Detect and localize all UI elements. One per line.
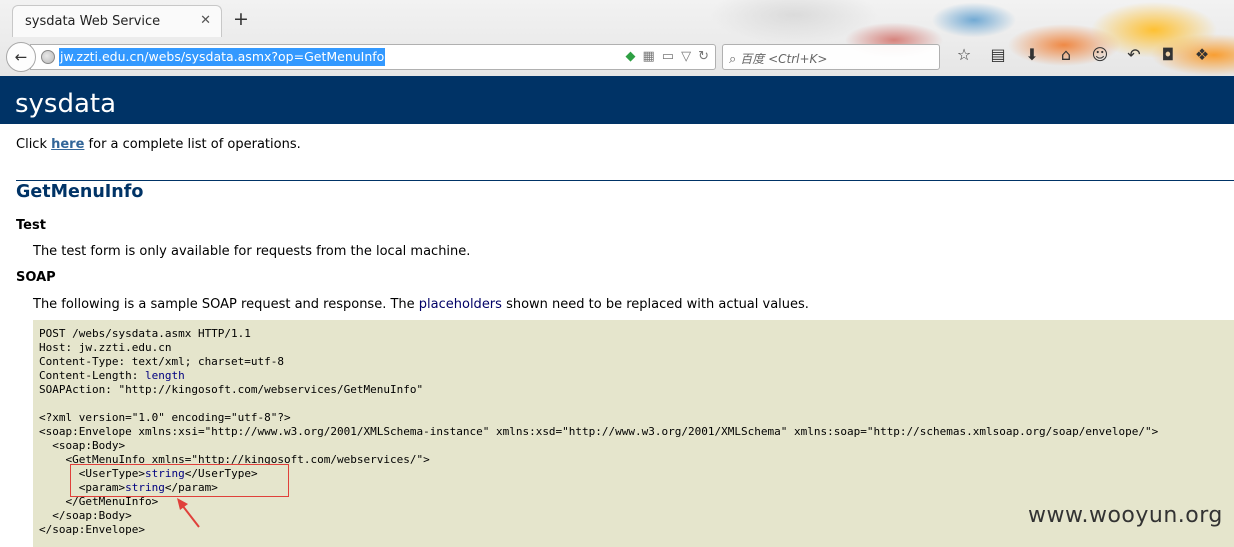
soap-text: The following is a sample SOAP request a… — [33, 297, 809, 312]
annotation-arrow-icon — [177, 498, 200, 528]
new-tab-button[interactable]: + — [233, 8, 249, 30]
operations-link-line: Click here for a complete list of operat… — [16, 137, 301, 152]
addon-icon[interactable]: ❖ — [1190, 45, 1214, 64]
code-line: </soap:Envelope> — [39, 523, 145, 536]
code-placeholder: length — [144, 369, 185, 382]
back-icon[interactable]: ← — [6, 42, 36, 72]
code-line: SOAPAction: "http://kingosoft.com/webser… — [39, 383, 424, 396]
search-input[interactable]: ⌕ 百度 <Ctrl+K> — [722, 44, 940, 70]
test-heading: Test — [16, 218, 46, 233]
refresh-icon[interactable]: ↻ — [698, 49, 709, 64]
banner-title: sysdata — [15, 89, 117, 119]
soap-heading: SOAP — [16, 270, 56, 285]
download-icon[interactable]: ⬇ — [1020, 45, 1044, 64]
code-line: Host: jw.zzti.edu.cn — [39, 341, 172, 354]
page-content: sysdata Click here for a complete list o… — [0, 76, 1234, 547]
code-line: <?xml version="1.0" encoding="utf-8"?> — [39, 411, 291, 424]
message-icon[interactable]: ◘ — [1156, 45, 1180, 64]
code-line: <soap:Body> — [39, 439, 126, 452]
chat-icon[interactable]: ☺ — [1088, 45, 1112, 64]
home-icon[interactable]: ⌂ — [1054, 45, 1078, 64]
browser-tab[interactable]: sysdata Web Service ✕ — [12, 5, 222, 37]
browser-chrome: sysdata Web Service ✕ + ← jw.zzti.edu.cn… — [0, 0, 1234, 76]
click-prefix: Click — [16, 137, 52, 152]
url-text[interactable]: jw.zzti.edu.cn/webs/sysdata.asmx?op=GetM… — [59, 48, 386, 66]
code-line: Content-Type: text/xml; charset=utf-8 — [39, 355, 285, 368]
code-line: POST /webs/sysdata.asmx HTTP/1.1 — [39, 327, 251, 340]
undo-icon[interactable]: ↶ — [1122, 45, 1146, 64]
click-suffix: for a complete list of operations. — [84, 137, 301, 152]
shield-icon[interactable]: ◆ — [626, 49, 636, 64]
soap-text-prefix: The following is a sample SOAP request a… — [33, 297, 419, 312]
toolbar: ☆ ▤ ⬇ ⌂ ☺ ↶ ◘ ❖ — [952, 45, 1214, 64]
test-text: The test form is only available for requ… — [33, 244, 471, 259]
qr-icon[interactable]: ▦ — [643, 49, 655, 64]
url-icons: ◆ ▦ ▭ ▽ ↻ — [626, 49, 710, 64]
close-icon[interactable]: ✕ — [200, 13, 211, 28]
operations-list-link[interactable]: here — [51, 137, 84, 152]
code-line: </soap:Body> — [39, 509, 132, 522]
highlight-box — [70, 464, 289, 497]
placeholders-term: placeholders — [418, 297, 502, 312]
code-line: <soap:Envelope xmlns:xsi="http://www.w3.… — [39, 425, 1159, 438]
divider — [16, 180, 1234, 181]
watermark: www.wooyun.org — [1028, 503, 1223, 528]
page-banner: sysdata — [0, 76, 1234, 124]
address-bar[interactable]: jw.zzti.edu.cn/webs/sysdata.asmx?op=GetM… — [30, 44, 716, 70]
search-placeholder: 百度 <Ctrl+K> — [740, 52, 828, 66]
bookmark-star-icon[interactable]: ☆ — [952, 45, 976, 64]
tab-title: sysdata Web Service — [25, 14, 161, 29]
dropdown-icon[interactable]: ▽ — [681, 49, 691, 64]
page-title: GetMenuInfo — [16, 182, 144, 202]
reader-icon[interactable]: ▭ — [662, 49, 674, 64]
code-line: Content-Length: — [39, 369, 145, 382]
soap-text-suffix: shown need to be replaced with actual va… — [501, 297, 809, 312]
library-icon[interactable]: ▤ — [986, 45, 1010, 64]
search-icon: ⌕ — [729, 52, 737, 67]
globe-icon — [41, 50, 55, 64]
